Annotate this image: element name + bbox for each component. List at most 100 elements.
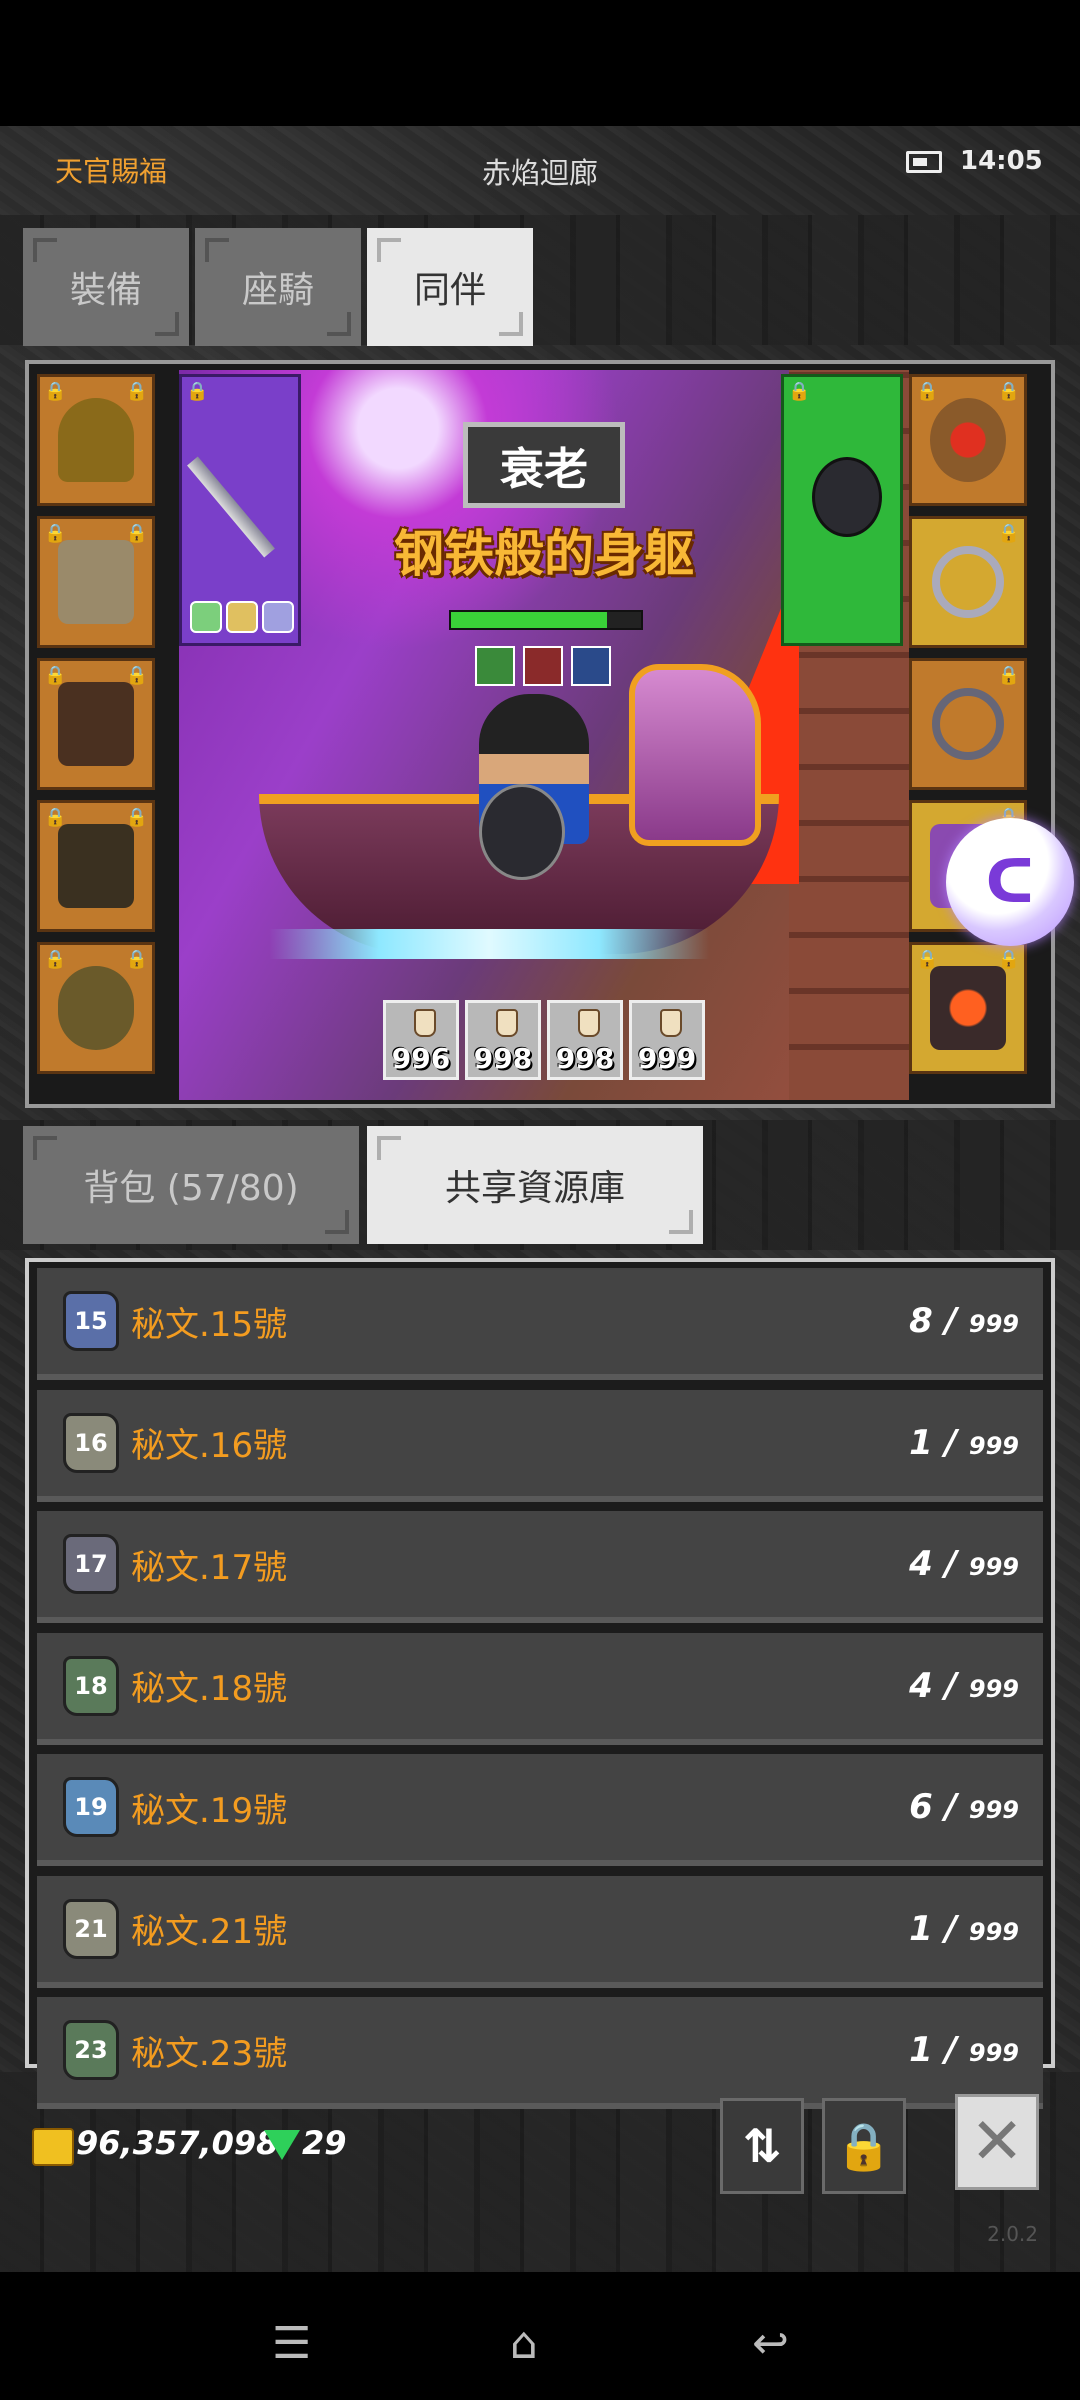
amulet-icon [930, 398, 1006, 482]
mod-icon [226, 601, 258, 633]
clock: 14:05 [960, 146, 1043, 176]
belt-slot[interactable]: 🔒 🔒 [37, 942, 155, 1074]
left-equipment-column: 🔒 🔒 🔒 🔒 🔒 🔒 🔒 🔒 🔒 🔒 [37, 374, 155, 1074]
rune-icon: 21 [63, 1898, 119, 1959]
cape-slot[interactable]: 🔒 🔒 [909, 942, 1027, 1074]
tab-equipment[interactable]: 裝備 [23, 228, 189, 346]
amulet-slot[interactable]: 🔒 🔒 [909, 374, 1027, 506]
helmet-icon [58, 398, 134, 482]
lock-icon: 🔒 [997, 665, 1020, 686]
item-count: 1 / 999 [909, 1908, 1019, 1949]
back-icon[interactable]: ↩ [752, 2318, 789, 2369]
potion-count: 996 [391, 1042, 451, 1075]
ring-slot-2[interactable]: 🔒 [909, 658, 1027, 790]
shield-buff-icon [475, 646, 515, 686]
buff-name: 钢铁般的身躯 [394, 525, 694, 583]
potion-count: 998 [555, 1042, 615, 1075]
potion-slot[interactable]: 998 [465, 1000, 541, 1080]
lock-icon: 🔒 [835, 2118, 893, 2173]
cape-icon [930, 966, 1006, 1050]
item-name: 秘文.19號 [131, 1790, 288, 1831]
lock-icon: 🔒 [125, 665, 148, 686]
debuff-label: 衰老 [463, 422, 625, 508]
tab-backpack[interactable]: 背包 (57/80) [23, 1126, 359, 1244]
item-name: 秘文.15號 [131, 1304, 288, 1345]
assistant-bubble-icon[interactable]: ᑕ [946, 818, 1074, 946]
right-equipment-column: 🔒🔒 🔒 🔒 🔒 🔒🔒 [909, 374, 1027, 1074]
tab-companions[interactable]: 同伴 [367, 228, 533, 346]
mod-icon [190, 601, 222, 633]
boots-icon [58, 824, 134, 908]
potion-slot[interactable]: 998 [547, 1000, 623, 1080]
system-nav-bar [0, 2272, 1080, 2400]
tab-label: 裝備 [69, 270, 142, 311]
sort-arrows-icon: ⇅ [742, 2119, 782, 2173]
lock-icon: 🔒 [44, 807, 67, 828]
potion-slot[interactable]: 996 [383, 1000, 459, 1080]
item-count: 1 / 999 [909, 2030, 1019, 2070]
tab-shared-storage[interactable]: 共享資源庫 [367, 1126, 703, 1244]
dragon-head [629, 664, 761, 846]
item-count: 8 / 999 [909, 1301, 1019, 1341]
potion-slot[interactable]: 999 [629, 1000, 705, 1080]
item-count: 1 / 999 [909, 1422, 1019, 1463]
potion-count: 998 [473, 1042, 533, 1075]
attack-buff-icon [523, 646, 563, 686]
tab-mounts[interactable]: 座騎 [195, 228, 361, 346]
lock-button[interactable]: 🔒 [822, 2098, 906, 2194]
gem-amount: 29 [302, 2124, 347, 2162]
lock-icon: 🔒 [125, 807, 148, 828]
menu-icon[interactable]: ☰ [272, 2318, 311, 2369]
health-bar [449, 610, 643, 630]
list-item[interactable]: 19 秘文.19號 6 / 999 [37, 1754, 1043, 1866]
lock-icon: 🔒 [125, 381, 148, 402]
list-item[interactable]: 21 秘文.21號 1 / 999 [37, 1875, 1043, 1988]
boots-slot[interactable]: 🔒 🔒 [37, 800, 155, 932]
lock-icon: 🔒 [916, 949, 939, 970]
item-count: 4 / 999 [909, 1665, 1019, 1706]
potion-icon [578, 1009, 600, 1037]
offhand-slot[interactable]: 🔒 [781, 374, 903, 646]
belt-icon [58, 966, 134, 1050]
lock-icon: 🔒 [44, 665, 67, 686]
rune-icon: 15 [63, 1291, 119, 1351]
lock-icon: 🔒 [997, 381, 1020, 402]
list-item[interactable]: 15 秘文.15號 8 / 999 [37, 1268, 1043, 1380]
list-item[interactable]: 23 秘文.23號 1 / 999 [37, 1997, 1043, 2109]
list-item[interactable]: 18 秘文.18號 4 / 999 [37, 1632, 1043, 1745]
battery-icon [906, 151, 942, 173]
lock-icon: 🔒 [916, 381, 939, 402]
magic-buff-icon [571, 646, 611, 686]
rune-icon: 18 [63, 1655, 119, 1716]
item-count: 6 / 999 [909, 1787, 1019, 1827]
list-item[interactable]: 16 秘文.16號 1 / 999 [37, 1389, 1043, 1502]
mod-icon [262, 601, 294, 633]
green-gem-icon [264, 2130, 300, 2160]
gloves-slot[interactable]: 🔒 🔒 [37, 658, 155, 790]
item-name: 秘文.16號 [131, 1426, 288, 1466]
weapon-mods [190, 601, 294, 633]
list-item[interactable]: 17 秘文.17號 4 / 999 [37, 1511, 1043, 1623]
tab-label: 背包 (57/80) [83, 1168, 299, 1209]
tab-label: 同伴 [413, 270, 486, 311]
gold-coins-icon [32, 2128, 74, 2166]
resource-list: 15 秘文.15號 8 / 999 16 秘文.16號 1 / 999 17 秘… [25, 1258, 1055, 2109]
rune-icon: 19 [63, 1777, 119, 1837]
item-name: 秘文.23號 [131, 2033, 288, 2074]
sort-button[interactable]: ⇅ [720, 2098, 804, 2194]
character-scene: 🔒🔒 🔒🔒 🔒🔒 🔒🔒 🔒🔒 🔒 🔒 🔒🔒 🔒 🔒 🔒 🔒🔒 衰老 钢铁般的身躯 [25, 360, 1055, 1108]
home-icon[interactable]: ⌂ [510, 2318, 538, 2369]
lock-icon: 🔒 [44, 949, 67, 970]
gloves-icon [58, 682, 134, 766]
close-button[interactable]: ✕ [955, 2094, 1039, 2190]
potion-icon [414, 1009, 436, 1037]
potion-count: 999 [637, 1042, 697, 1075]
status-icons [475, 646, 611, 686]
weapon-slot[interactable]: 🔒 [179, 374, 301, 646]
item-name: 秘文.17號 [131, 1547, 288, 1588]
helmet-slot[interactable]: 🔒 🔒 [37, 374, 155, 506]
lock-icon: 🔒 [186, 381, 209, 402]
lock-icon: 🔒 [44, 381, 67, 402]
health-fill [451, 612, 607, 628]
water-splash [269, 929, 709, 959]
